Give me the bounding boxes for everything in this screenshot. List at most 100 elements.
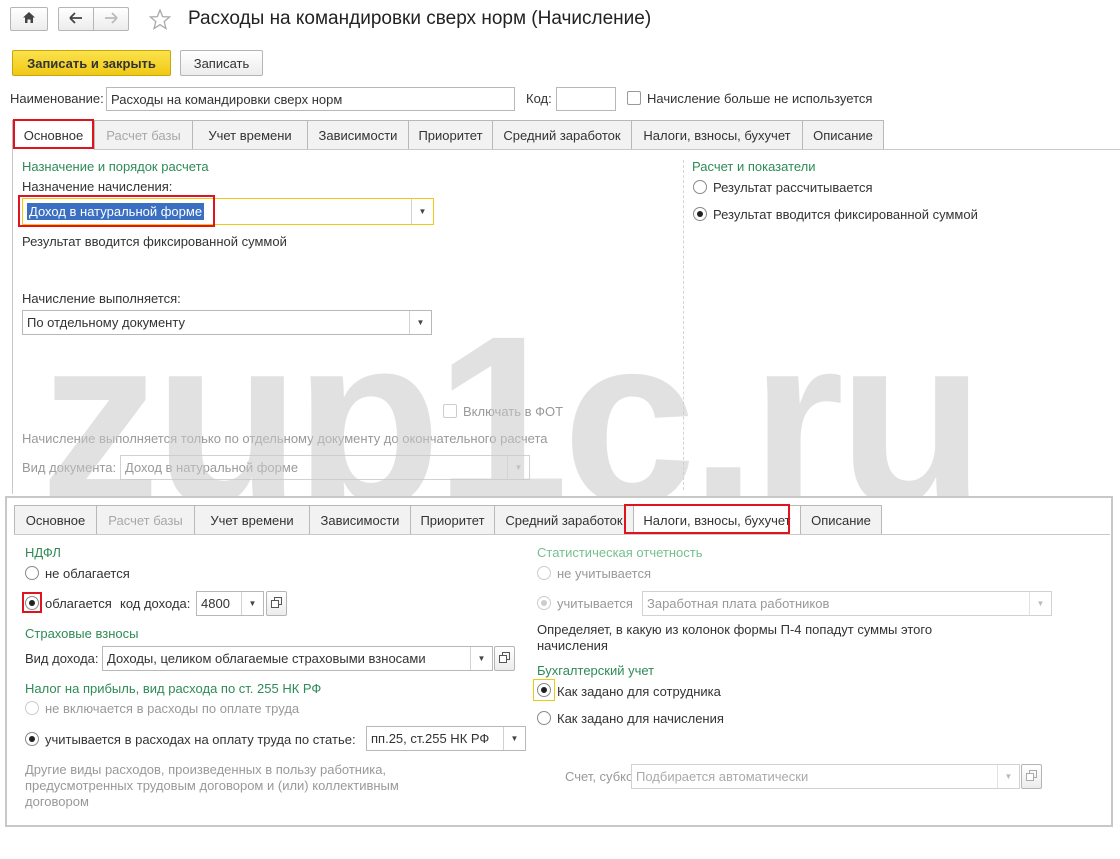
chevron-down-icon[interactable]: ▼ <box>997 765 1019 788</box>
chevron-down-icon[interactable]: ▼ <box>409 311 431 334</box>
inset-tab-main[interactable]: Основное <box>14 505 97 535</box>
doc-type-label: Вид документа: <box>22 460 117 475</box>
inset-tab-time-accounting[interactable]: Учет времени <box>194 505 310 535</box>
tab-content-border-top <box>94 149 1120 150</box>
only-doc-text: Начисление выполняется только по отдельн… <box>22 431 548 446</box>
stat-hint: Определяет, в какую из колонок формы П-4… <box>537 622 933 653</box>
acc-option-employee[interactable] <box>537 683 551 697</box>
inset-tab-bar: Основное Расчет базы Учет времени Зависи… <box>14 505 882 535</box>
purpose-select[interactable]: Доход в натуральной форме ▼ <box>22 198 434 225</box>
stat-option-not-counted-label: не учитывается <box>557 566 651 581</box>
open-income-code-button[interactable] <box>266 591 287 616</box>
inset-tab-description[interactable]: Описание <box>800 505 882 535</box>
acc-section-title: Бухгалтерский учет <box>537 663 655 678</box>
tab-bar: Основное Расчет базы Учет времени Зависи… <box>12 120 884 150</box>
arrow-right-icon <box>104 11 118 27</box>
tab-priority[interactable]: Приоритет <box>408 120 493 150</box>
tab-main[interactable]: Основное <box>12 120 95 150</box>
profit-option-included-label: учитывается в расходах на оплату труда п… <box>45 732 356 747</box>
column-divider <box>683 160 684 490</box>
include-fot-label: Включать в ФОТ <box>463 404 564 419</box>
stat-option-not-counted[interactable] <box>537 566 551 580</box>
open-income-type-button[interactable] <box>494 646 515 671</box>
open-account-button[interactable] <box>1021 764 1042 789</box>
open-form-icon <box>271 596 282 611</box>
inset-tab-base-calc[interactable]: Расчет базы <box>96 505 195 535</box>
stat-option-counted-label: учитывается <box>557 596 633 611</box>
other-expenses-text: Другие виды расходов, произведенных в по… <box>25 762 399 809</box>
calc-option-calculated[interactable] <box>693 180 707 194</box>
profit-option-excluded-label: не включается в расходы по оплате труда <box>45 701 300 716</box>
income-type-select[interactable]: Доходы, целиком облагаемые страховыми вз… <box>102 646 493 671</box>
name-input[interactable]: Расходы на командировки сверх норм <box>106 87 515 111</box>
chevron-down-icon[interactable]: ▼ <box>507 456 529 479</box>
purpose-hint: Результат вводится фиксированной суммой <box>22 234 287 249</box>
unused-checkbox[interactable] <box>627 91 641 105</box>
insurance-section-title: Страховые взносы <box>25 626 139 641</box>
chevron-down-icon[interactable]: ▼ <box>411 199 433 224</box>
profit-tax-section-title: Налог на прибыль, вид расхода по ст. 255… <box>25 681 322 696</box>
tab-average-earnings[interactable]: Средний заработок <box>492 120 632 150</box>
include-fot-checkbox[interactable] <box>443 404 457 418</box>
star-icon[interactable] <box>148 8 172 33</box>
open-form-icon <box>1026 769 1037 784</box>
tab-content-border-left <box>12 149 13 494</box>
ndfl-option-taxed[interactable] <box>25 596 39 610</box>
tab-description[interactable]: Описание <box>802 120 884 150</box>
inset-tab-dependencies[interactable]: Зависимости <box>309 505 411 535</box>
tab-taxes[interactable]: Налоги, взносы, бухучет <box>631 120 803 150</box>
inset-tab-content-border <box>14 534 1110 535</box>
forward-button[interactable] <box>93 7 129 31</box>
home-button[interactable] <box>10 7 48 31</box>
back-button[interactable] <box>58 7 94 31</box>
calc-option-fixed[interactable] <box>693 207 707 221</box>
ndfl-section-title: НДФЛ <box>25 545 61 560</box>
acc-option-accrual[interactable] <box>537 711 551 725</box>
home-icon <box>22 11 36 27</box>
profit-option-excluded[interactable] <box>25 701 39 715</box>
name-label: Наименование: <box>10 91 104 106</box>
ndfl-option-taxed-label: облагается <box>45 596 112 611</box>
executed-label: Начисление выполняется: <box>22 291 181 306</box>
acc-option-employee-label: Как задано для сотрудника <box>557 684 721 699</box>
stat-select[interactable]: Заработная плата работников ▼ <box>642 591 1052 616</box>
inset-tab-average-earnings[interactable]: Средний заработок <box>494 505 634 535</box>
acc-option-accrual-label: Как задано для начисления <box>557 711 724 726</box>
doc-type-select[interactable]: Доход в натуральной форме ▼ <box>120 455 530 480</box>
account-select[interactable]: Подбирается автоматически ▼ <box>631 764 1020 789</box>
tab-dependencies[interactable]: Зависимости <box>307 120 409 150</box>
account-placeholder: Подбирается автоматически <box>636 769 809 784</box>
chevron-down-icon[interactable]: ▼ <box>503 727 525 750</box>
ndfl-option-not-taxed[interactable] <box>25 566 39 580</box>
inset-tab-priority[interactable]: Приоритет <box>410 505 495 535</box>
income-code-select[interactable]: 4800 ▼ <box>196 591 264 616</box>
purpose-value: Доход в натуральной форме <box>27 203 205 220</box>
arrow-left-icon <box>69 11 83 27</box>
income-code-label: код дохода: <box>120 596 191 611</box>
chevron-down-icon[interactable]: ▼ <box>241 592 263 615</box>
purpose-section-title: Назначение и порядок расчета <box>22 159 209 174</box>
article-value: пп.25, ст.255 НК РФ <box>371 731 490 746</box>
save-button[interactable]: Записать <box>180 50 263 76</box>
executed-select[interactable]: По отдельному документу ▼ <box>22 310 432 335</box>
executed-value: По отдельному документу <box>27 315 185 330</box>
calc-section-title: Расчет и показатели <box>692 159 816 174</box>
save-and-close-button[interactable]: Записать и закрыть <box>12 50 171 76</box>
income-type-value: Доходы, целиком облагаемые страховыми вз… <box>107 651 426 666</box>
inset-tab-taxes[interactable]: Налоги, взносы, бухучет <box>633 505 801 535</box>
window-title: Расходы на командировки сверх норм (Начи… <box>188 8 652 29</box>
purpose-label: Назначение начисления: <box>22 179 173 194</box>
ndfl-option-not-taxed-label: не облагается <box>45 566 130 581</box>
profit-option-included[interactable] <box>25 732 39 746</box>
tab-time-accounting[interactable]: Учет времени <box>192 120 308 150</box>
code-input[interactable] <box>556 87 616 111</box>
article-select[interactable]: пп.25, ст.255 НК РФ ▼ <box>366 726 526 751</box>
unused-label: Начисление больше не используется <box>647 91 873 106</box>
doc-type-value: Доход в натуральной форме <box>125 460 299 475</box>
income-code-value: 4800 <box>201 596 230 611</box>
chevron-down-icon[interactable]: ▼ <box>470 647 492 670</box>
chevron-down-icon[interactable]: ▼ <box>1029 592 1051 615</box>
stat-section-title: Статистическая отчетность <box>537 545 703 560</box>
stat-option-counted[interactable] <box>537 596 551 610</box>
tab-base-calc[interactable]: Расчет базы <box>94 120 193 150</box>
